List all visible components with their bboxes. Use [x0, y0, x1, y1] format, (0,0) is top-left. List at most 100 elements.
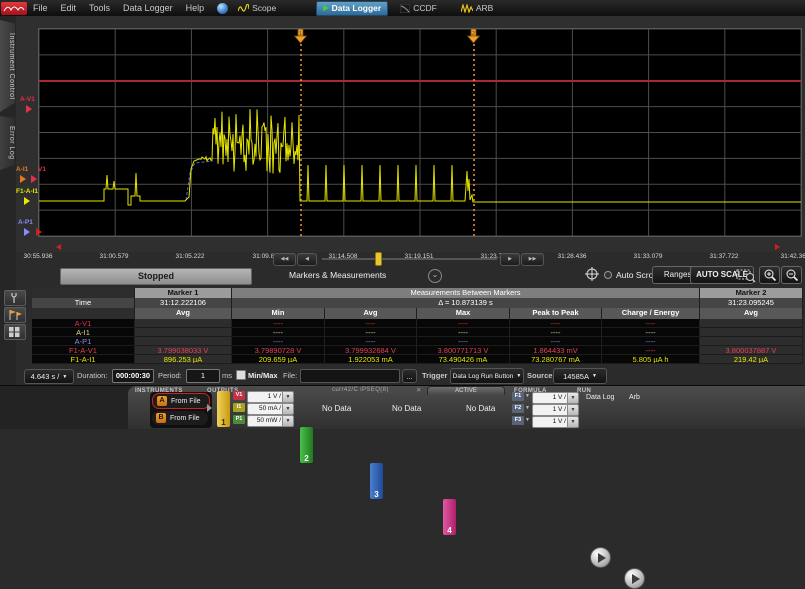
cell-max: ----: [417, 328, 510, 337]
f3-chip: F3: [512, 416, 524, 425]
trace-label-f1-a-i1[interactable]: F1-A-I1: [16, 188, 38, 195]
instrument-b-icon: B: [156, 413, 166, 423]
menu-file[interactable]: File: [33, 3, 48, 13]
trace-label-a-i1[interactable]: A-I1: [16, 166, 28, 173]
trace-label-f1-a-v1[interactable]: V1: [38, 166, 46, 173]
f1-chevron-icon[interactable]: ▼: [525, 393, 530, 399]
marker1-header[interactable]: Marker 1: [135, 288, 232, 298]
auto-scroll-icon[interactable]: [603, 270, 613, 280]
channel1-bar[interactable]: 1: [217, 391, 230, 427]
scroll-next-button[interactable]: ▶: [500, 253, 520, 266]
data-log-run-button[interactable]: [590, 547, 611, 568]
menu-help[interactable]: Help: [186, 3, 205, 13]
v1-scale-field[interactable]: 1 V /: [247, 391, 284, 403]
cell-avg: ----: [325, 337, 417, 346]
channel3-bar[interactable]: 3: [370, 463, 383, 499]
cell-max: ----: [417, 319, 510, 328]
channel2-bar[interactable]: 2: [300, 427, 313, 463]
timeline-track[interactable]: [322, 258, 497, 260]
f2-chevron-icon[interactable]: ▼: [525, 405, 530, 411]
f2-scale-dropdown[interactable]: ▼: [567, 404, 579, 416]
trace-label-a-p1[interactable]: A-P1: [18, 219, 33, 226]
f2-scale-field[interactable]: 1 V /: [532, 404, 569, 416]
channel3-no-data: No Data: [392, 404, 421, 413]
marker1-arrow[interactable]: 1: [293, 29, 308, 44]
sidebar-tab-error-log[interactable]: Error Log: [0, 116, 15, 170]
zoom-in-button[interactable]: [759, 266, 780, 284]
marker2-stat-label: Avg: [700, 308, 803, 319]
acquisition-state-button[interactable]: Stopped: [60, 268, 252, 285]
x-tick-9: 31:37.722: [694, 253, 754, 260]
v1-scale-dropdown[interactable]: ▼: [282, 391, 294, 403]
scroll-rewind-button[interactable]: ◀◀: [273, 253, 296, 266]
marker2-header[interactable]: Marker 2: [700, 288, 803, 298]
keysight-logo: [1, 2, 27, 15]
cell-charge: ----: [602, 328, 700, 337]
p1-chip: P1: [233, 415, 245, 424]
markers-button[interactable]: [4, 307, 26, 323]
cell-max: 73.490426 mA: [417, 355, 510, 364]
row-label[interactable]: A-I1: [32, 328, 135, 337]
file-label: File:: [283, 371, 297, 380]
zoom-box-icon[interactable]: [735, 266, 757, 283]
f3-chevron-icon[interactable]: ▼: [525, 417, 530, 423]
cell-min: 209.659 µA: [232, 355, 325, 364]
p1-scale-field[interactable]: 50 mW /: [247, 415, 284, 427]
row-label[interactable]: F1-A-I1: [32, 355, 135, 364]
close-icon[interactable]: ✕: [416, 386, 421, 394]
sidebar-tab-instrument-control[interactable]: Instrument Control: [0, 20, 15, 112]
marker1-stat-label: Avg: [135, 308, 232, 319]
auto-scroll-label[interactable]: Auto Scroll: [616, 270, 657, 280]
arb-run-button[interactable]: [624, 568, 645, 589]
i1-scale-field[interactable]: 50 mA /: [247, 403, 284, 415]
file-field[interactable]: [300, 369, 400, 383]
i1-scale-dropdown[interactable]: ▼: [282, 403, 294, 415]
row-label[interactable]: A-V1: [32, 319, 135, 328]
f3-scale-field[interactable]: 1 V /: [532, 416, 569, 428]
cell-charge: ----: [602, 337, 700, 346]
info-icon[interactable]: [217, 3, 228, 14]
chart-area: 1 2 A-V1 A-I1 V1 F1-A-I1 A-P1 30:55.936 …: [16, 16, 805, 252]
channel4-bar[interactable]: 4: [443, 499, 456, 535]
app-tab-ccdf[interactable]: CCDF: [400, 3, 437, 13]
duration-field[interactable]: 000:00:30: [112, 369, 154, 383]
active-tab[interactable]: ACTIVE: [427, 386, 505, 395]
menu-edit[interactable]: Edit: [61, 3, 77, 13]
trigger-dropdown[interactable]: Data Log Run Button▼: [450, 368, 524, 384]
app-tab-data-logger[interactable]: ▶ Data Logger: [316, 1, 388, 16]
p1-scale-dropdown[interactable]: ▼: [282, 415, 294, 427]
source-dropdown[interactable]: 14585A▼: [553, 368, 607, 384]
minmax-checkbox[interactable]: [236, 370, 246, 380]
row-label[interactable]: A-P1: [32, 337, 135, 346]
f3-scale-dropdown[interactable]: ▼: [567, 416, 579, 428]
app-tab-arb[interactable]: ARB: [461, 3, 493, 13]
marker2-arrow[interactable]: 2: [466, 29, 481, 44]
table-view-button[interactable]: [4, 324, 26, 340]
f1-scale-dropdown[interactable]: ▼: [567, 392, 579, 404]
zoom-out-icon: [785, 268, 799, 282]
zoom-out-button[interactable]: [781, 266, 802, 284]
cell-avg: 1.922053 mA: [325, 355, 417, 364]
scroll-prev-button[interactable]: ◀: [297, 253, 317, 266]
cursor-target-icon[interactable]: [585, 267, 599, 281]
row-label[interactable]: F1-A-V1: [32, 346, 135, 355]
datalog-file-tab[interactable]: curr42/C iPSEQ(8): [332, 387, 389, 393]
trace-label-a-v1[interactable]: A-V1: [20, 96, 35, 103]
timebase-dropdown[interactable]: 4.643 s /▼: [24, 369, 74, 384]
period-field[interactable]: 1: [186, 369, 220, 383]
expand-arrow-icon[interactable]: [207, 404, 212, 412]
menu-data-logger[interactable]: Data Logger: [123, 3, 173, 13]
f1-scale-field[interactable]: 1 V /: [532, 392, 569, 404]
app-tab-scope[interactable]: Scope: [238, 3, 276, 13]
waveform-plot[interactable]: [38, 28, 802, 237]
menu-tools[interactable]: Tools: [89, 3, 110, 13]
scroll-ffwd-button[interactable]: ▶▶: [521, 253, 544, 266]
header-spacer: [32, 288, 135, 298]
file-browse-button[interactable]: ...: [402, 369, 417, 383]
measurement-setup-button[interactable]: [4, 290, 26, 306]
instrument-b-button[interactable]: B From File: [152, 411, 208, 425]
cell-m2: [700, 328, 803, 337]
panel-collapse-button[interactable]: ⌄: [428, 269, 442, 283]
timeline-thumb[interactable]: [375, 252, 382, 266]
instrument-a-button[interactable]: A From File: [152, 393, 210, 409]
